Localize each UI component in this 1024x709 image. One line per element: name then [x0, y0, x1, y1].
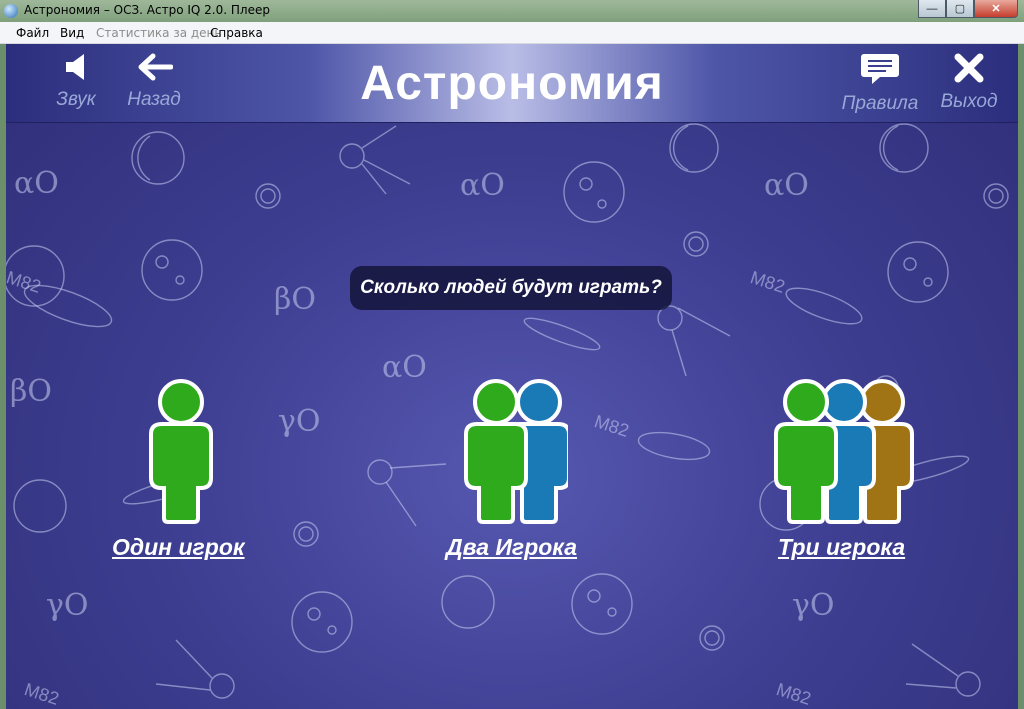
header-bar: Звук Назад Астрономия Правила Выход — [6, 44, 1018, 123]
one-player-label: Один игрок — [112, 534, 245, 560]
menu-file[interactable]: Файл — [16, 26, 49, 40]
menu-view[interactable]: Вид — [60, 26, 84, 40]
two-players-label: Два Игрока — [446, 534, 578, 560]
one-player-option[interactable]: Один игрок — [106, 378, 256, 568]
background-label: αO — [382, 350, 427, 385]
window-controls: — ▢ ✕ — [918, 0, 1018, 18]
rules-button[interactable]: Правила — [836, 52, 924, 115]
two-players-icon — [464, 379, 568, 524]
three-players-label: Три игрока — [778, 534, 906, 560]
two-players-option[interactable]: Два Игрока — [440, 378, 610, 568]
window-title-bar: Астрономия – ОСЗ. Астро IQ 2.0. Плеер — … — [0, 0, 1024, 22]
background-label: γO — [278, 404, 321, 439]
background-doodles — [6, 123, 1009, 699]
background-label: αO — [764, 168, 809, 203]
menu-bar: Файл Вид Статистика за день Справка — [0, 22, 1024, 44]
three-players-icon — [774, 379, 914, 524]
question-bubble: Сколько людей будут играть? — [350, 266, 672, 310]
speech-bubble-icon — [861, 54, 899, 84]
background-label: βO — [274, 282, 316, 317]
maximize-button[interactable]: ▢ — [946, 0, 974, 18]
background-label: αO — [14, 166, 59, 201]
rules-label: Правила — [841, 93, 919, 114]
app-icon — [4, 4, 18, 18]
minimize-button[interactable]: — — [918, 0, 946, 18]
menu-stats[interactable]: Статистика за день — [96, 26, 221, 40]
exit-button[interactable]: Выход — [936, 52, 1002, 113]
close-icon — [954, 53, 984, 83]
exit-label: Выход — [940, 91, 998, 112]
close-window-button[interactable]: ✕ — [974, 0, 1018, 18]
background-label: βO — [10, 374, 52, 409]
game-area: αO αO αO αO βO βO γO γO γO M82 M82 M82 M… — [6, 44, 1018, 709]
background-label: γO — [46, 588, 89, 623]
menu-help[interactable]: Справка — [210, 26, 263, 40]
background-label: γO — [792, 588, 835, 623]
window-title: Астрономия – ОСЗ. Астро IQ 2.0. Плеер — [24, 3, 270, 17]
one-player-icon — [149, 379, 213, 524]
background-label: αO — [460, 168, 505, 203]
three-players-option[interactable]: Три игрока — [770, 378, 930, 568]
